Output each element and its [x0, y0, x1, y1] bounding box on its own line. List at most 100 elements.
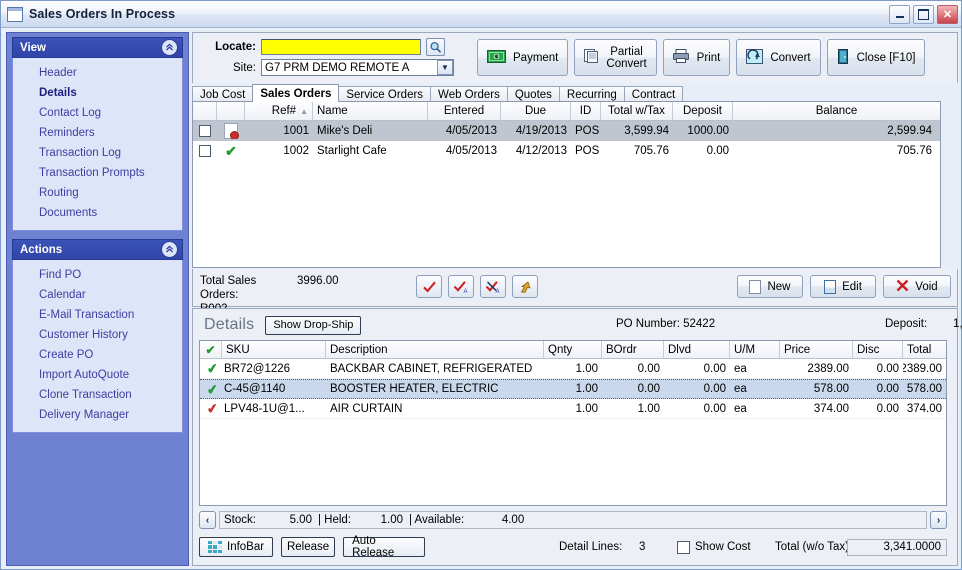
sidebar-item-customer-history[interactable]: Customer History [13, 325, 182, 345]
sidebar-item-transaction-log[interactable]: Transaction Log [13, 143, 182, 163]
col-header-entered[interactable]: Entered [428, 102, 501, 120]
col-header-dlvd[interactable]: Dlvd [664, 341, 730, 358]
col-header-total[interactable]: Total w/Tax [601, 102, 673, 120]
close-f10-button-label: Close [F10] [856, 51, 916, 64]
new-button[interactable]: New [737, 275, 803, 298]
unapprove-all-button[interactable]: A [480, 275, 506, 298]
void-button[interactable]: Void [883, 275, 951, 298]
col-header-id[interactable]: ID [571, 102, 601, 120]
details-grid[interactable]: ✔ SKU Description Qnty BOrdr Dlvd U/M Pr… [199, 340, 947, 506]
sidebar-item-email-transaction[interactable]: E-Mail Transaction [13, 305, 182, 325]
partial-convert-button[interactable]: Partial Convert [574, 39, 657, 76]
tab-service-orders[interactable]: Service Orders [338, 86, 432, 102]
tab-web-orders[interactable]: Web Orders [430, 86, 508, 102]
col-header-disc[interactable]: Disc [853, 341, 903, 358]
chevron-down-icon[interactable]: ▼ [437, 60, 453, 75]
table-row[interactable]: ✔ 1002 Starlight Cafe 4/05/2013 4/12/201… [193, 141, 940, 161]
convert-button[interactable]: Convert [736, 39, 821, 76]
row-status-cell [217, 123, 245, 139]
tab-sales-orders[interactable]: Sales Orders [252, 84, 340, 102]
cell-total: 3,599.94 [624, 125, 669, 137]
col-header-description[interactable]: Description [326, 341, 544, 358]
col-header-status[interactable] [217, 102, 245, 120]
sidebar-item-calendar[interactable]: Calendar [13, 285, 182, 305]
title-bar: Sales Orders In Process ✕ [1, 1, 961, 28]
cell-total: 2389.00 [903, 362, 942, 375]
partial-convert-line2: Convert [606, 57, 647, 70]
red-check-icon: ✔ [206, 402, 219, 415]
checkbox-box[interactable] [677, 540, 690, 554]
col-header-price[interactable]: Price [780, 341, 853, 358]
minimize-button[interactable] [889, 4, 910, 24]
list-item[interactable]: ✔ BR72@1226 BACKBAR CABINET, REFRIGERATE… [200, 359, 946, 379]
col-header-bordr[interactable]: BOrdr [602, 341, 664, 358]
sidebar-item-reminders[interactable]: Reminders [13, 123, 182, 143]
maximize-button[interactable] [913, 4, 934, 24]
sidebar-item-contact-log[interactable]: Contact Log [13, 103, 182, 123]
edit-button[interactable]: Edit [810, 275, 876, 298]
tab-job-cost[interactable]: Job Cost [192, 86, 254, 102]
search-icon[interactable] [426, 38, 445, 56]
sidebar-item-documents[interactable]: Documents [13, 203, 182, 223]
col-header-qnty[interactable]: Qnty [544, 341, 602, 358]
sidebar-item-import-autoquote[interactable]: Import AutoQuote [13, 365, 182, 385]
locate-input[interactable] [261, 39, 421, 55]
col-header-ref[interactable]: Ref# ▲ [245, 102, 313, 120]
list-item[interactable]: ✔ C-45@1140 BOOSTER HEATER, ELECTRIC 1.0… [200, 379, 946, 399]
col-header-name[interactable]: Name [313, 102, 428, 120]
col-header-deposit[interactable]: Deposit [673, 102, 733, 120]
payment-button[interactable]: $ Payment [477, 39, 569, 76]
col-header-sku[interactable]: SKU [222, 341, 326, 358]
view-panel-header[interactable]: View [12, 37, 183, 58]
row-checkbox[interactable] [199, 145, 211, 157]
details-deposit-label: Deposit: [885, 318, 928, 330]
col-header-due[interactable]: Due [501, 102, 571, 120]
cell-qnty: 1.00 [575, 362, 598, 375]
actions-panel-header[interactable]: Actions [12, 239, 183, 260]
close-button[interactable]: ✕ [937, 4, 958, 24]
list-item[interactable]: ✔ LPV48-1U@1... AIR CURTAIN 1.00 1.00 0.… [200, 399, 946, 419]
infobar-button-label: InfoBar [227, 541, 265, 553]
approve-button[interactable] [416, 275, 442, 298]
auto-release-button[interactable]: Auto Release [343, 535, 426, 559]
row-checkbox-cell[interactable] [193, 145, 217, 157]
release-button[interactable]: Release [281, 537, 336, 557]
chevron-up-icon[interactable] [161, 39, 178, 56]
sidebar-item-routing[interactable]: Routing [13, 183, 182, 203]
tab-contract[interactable]: Contract [623, 86, 684, 102]
row-checkbox[interactable] [199, 125, 211, 137]
sidebar-item-delivery-manager[interactable]: Delivery Manager [13, 405, 182, 425]
new-page-icon [749, 279, 762, 294]
orders-grid[interactable]: Ref# ▲ Name Entered Due ID Total w/Tax D… [192, 101, 941, 268]
show-drop-ship-button[interactable]: Show Drop-Ship [265, 315, 362, 335]
convert-icon [746, 48, 764, 67]
next-record-button[interactable]: › [930, 511, 947, 529]
sidebar-item-find-po[interactable]: Find PO [13, 265, 182, 285]
release-arrow-button[interactable] [512, 275, 538, 298]
infobar-button[interactable]: InfoBar [199, 537, 274, 557]
cell-sku: C-45@1140 [224, 383, 286, 395]
approve-all-button[interactable]: A [448, 275, 474, 298]
col-header-um[interactable]: U/M [730, 341, 780, 358]
site-select[interactable]: G7 PRM DEMO REMOTE A ▼ [261, 59, 454, 76]
sidebar-item-details[interactable]: Details [13, 83, 182, 103]
print-button[interactable]: Print [662, 39, 731, 76]
sidebar-item-create-po[interactable]: Create PO [13, 345, 182, 365]
chevron-up-icon[interactable] [161, 241, 178, 258]
sidebar-item-transaction-prompts[interactable]: Transaction Prompts [13, 163, 182, 183]
col-header-balance[interactable]: Balance [733, 102, 940, 120]
tab-quotes[interactable]: Quotes [506, 86, 560, 102]
sidebar-item-header[interactable]: Header [13, 63, 182, 83]
col-header-total[interactable]: Total [903, 341, 946, 358]
close-f10-button[interactable]: Close [F10] [826, 39, 926, 76]
show-cost-checkbox[interactable]: Show Cost [677, 540, 751, 554]
sidebar-item-clone-transaction[interactable]: Clone Transaction [13, 385, 182, 405]
col-header-check[interactable] [193, 102, 217, 120]
top-toolbar: Locate: Site: G7 PRM DEMO REMOTE A ▼ $ P… [192, 32, 958, 83]
previous-record-button[interactable]: ‹ [199, 511, 216, 529]
tab-recurring[interactable]: Recurring [558, 86, 625, 102]
col-header-flag[interactable]: ✔ [200, 341, 222, 358]
stock-label: Stock: [224, 514, 256, 526]
row-checkbox-cell[interactable] [193, 125, 217, 137]
table-row[interactable]: 1001 Mike's Deli 4/05/2013 4/19/2013 POS… [193, 121, 940, 141]
